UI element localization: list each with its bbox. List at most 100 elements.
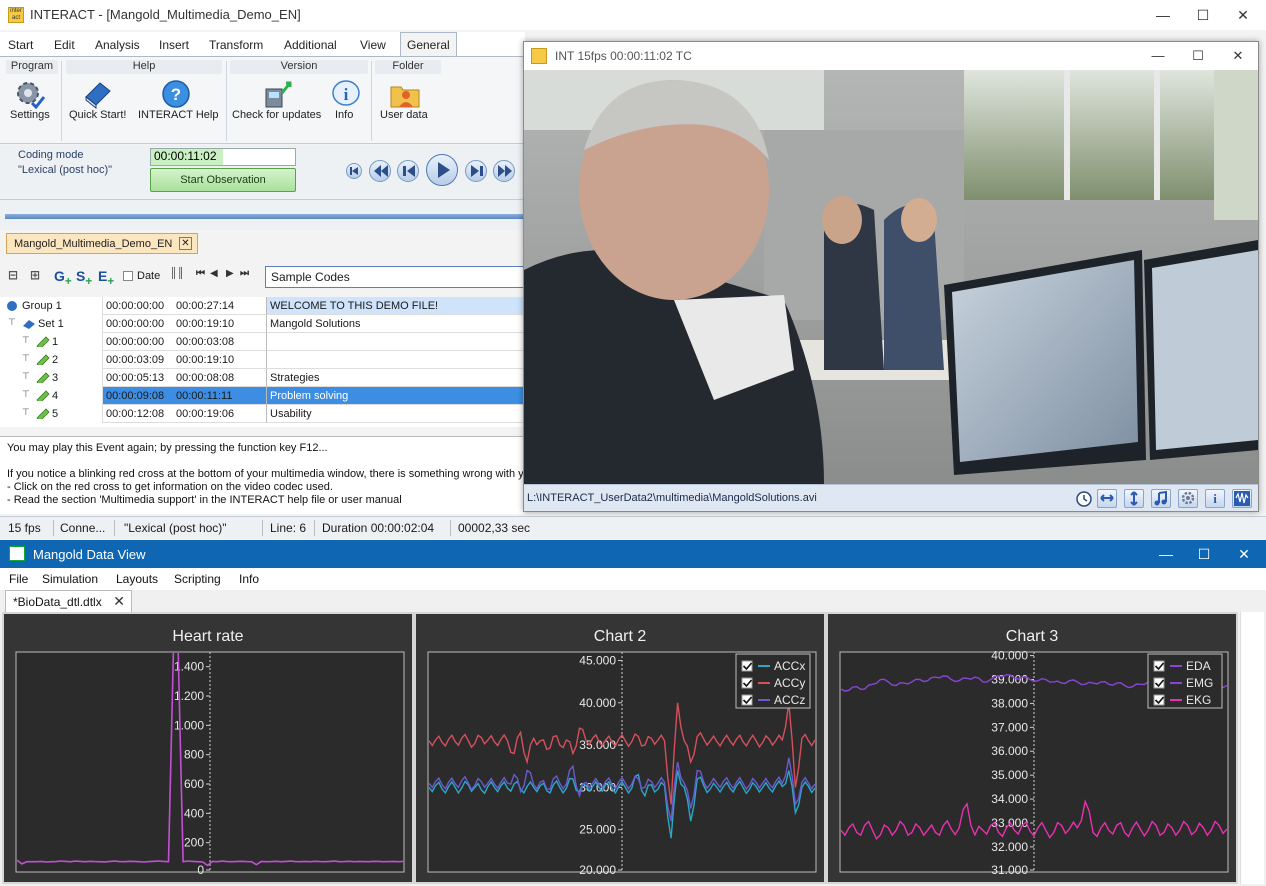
heart-rate-chart[interactable]: 1.4001.2001.0008006004002000 — [4, 614, 412, 882]
video-close-button[interactable]: ✕ — [1218, 46, 1258, 66]
add-set-label: S — [76, 268, 86, 284]
help-question-icon[interactable]: ? — [160, 79, 192, 109]
menu-general[interactable]: General — [400, 32, 457, 56]
tree-row-code[interactable]: Strategies — [266, 369, 525, 387]
user-data-folder-icon[interactable] — [389, 79, 421, 109]
code-column-header[interactable]: Sample Codes — [265, 266, 525, 288]
y-tick-label: 200 — [184, 836, 204, 850]
go-to-start-button[interactable] — [346, 163, 362, 179]
settings-button[interactable]: Settings — [10, 109, 50, 121]
tree-row[interactable]: ⊤ Set 1 00:00:00:00 00:00:19:10 Mangold Solu… — [0, 315, 525, 333]
check-updates-button[interactable]: Check for updates — [232, 109, 321, 121]
event-pencil-icon — [36, 336, 50, 347]
last-record-icon[interactable]: ⏭ — [240, 268, 249, 279]
tree-row[interactable]: ⊤ 3 00:00:05:13 00:00:08:08 Strategies — [0, 369, 525, 387]
clock-icon[interactable] — [1076, 491, 1092, 507]
collapse-all-icon[interactable]: ⊟ — [8, 268, 18, 282]
rewind-button[interactable] — [369, 160, 391, 182]
check-updates-icon[interactable] — [262, 79, 294, 109]
tree-row[interactable]: Group 1 00:00:00:00 00:00:27:14 WELCOME TO … — [0, 297, 525, 315]
video-info-icon[interactable]: i — [1205, 489, 1225, 508]
menu-edit[interactable]: Edit — [54, 38, 75, 52]
quick-start-book-icon[interactable] — [82, 79, 114, 109]
menu-analysis[interactable]: Analysis — [95, 38, 140, 52]
add-event-label: E — [98, 268, 108, 284]
timeline-progress[interactable] — [5, 214, 525, 219]
step-back-icon — [403, 165, 415, 177]
menu-insert[interactable]: Insert — [159, 38, 189, 52]
first-record-icon[interactable]: ⏮ — [196, 268, 205, 279]
info-button[interactable]: Info — [335, 109, 353, 121]
coding-mode-value: "Lexical (post hoc)" — [18, 164, 113, 176]
document-tab[interactable]: Mangold_Multimedia_Demo_EN ✕ — [6, 233, 198, 254]
fast-forward-button[interactable] — [493, 160, 515, 182]
tree-row[interactable]: ⊤ 4 00:00:09:08 00:00:11:11 Problem solving — [0, 387, 525, 405]
tree-branch-icon: ⊤ — [22, 389, 30, 399]
interact-help-button[interactable]: INTERACT Help — [138, 109, 218, 121]
add-set-icon[interactable]: S+ — [76, 268, 92, 288]
tree-row-code[interactable]: Problem solving — [266, 387, 525, 405]
dv-menu-info[interactable]: Info — [239, 572, 259, 586]
quick-start-button[interactable]: Quick Start! — [69, 109, 126, 121]
video-settings-gear-icon[interactable] — [1178, 489, 1198, 508]
data-file-tab[interactable]: *BioData_dtl.dtlx ✕ — [5, 590, 132, 612]
interact-menubar: Start Edit Analysis Insert Transform Add… — [0, 32, 525, 56]
dv-menu-layouts[interactable]: Layouts — [116, 572, 158, 586]
tree-row[interactable]: ⊤ 2 00:00:03:09 00:00:19:10 — [0, 351, 525, 369]
timecode-display[interactable]: 00:00:11:02 — [150, 148, 296, 166]
menu-additional[interactable]: Additional — [284, 38, 337, 52]
add-group-icon[interactable]: G+ — [54, 268, 72, 288]
tree-row-code[interactable]: Mangold Solutions — [266, 315, 525, 333]
y-tick-label: 40.000 — [991, 649, 1028, 663]
dv-close-button[interactable]: ✕ — [1224, 544, 1264, 564]
menu-transform[interactable]: Transform — [209, 38, 263, 52]
expand-all-icon[interactable]: ⊞ — [30, 268, 40, 282]
video-maximize-button[interactable]: ☐ — [1178, 46, 1218, 66]
close-tab-icon[interactable]: ✕ — [179, 237, 192, 250]
dv-minimize-button[interactable]: — — [1146, 544, 1186, 564]
fast-forward-icon — [498, 165, 512, 177]
y-tick-label: 38.000 — [991, 696, 1028, 710]
user-data-button[interactable]: User data — [380, 109, 428, 121]
tree-row[interactable]: ⊤ 5 00:00:12:08 00:00:19:06 Usability — [0, 405, 525, 423]
close-data-tab-icon[interactable]: ✕ — [113, 593, 125, 610]
menu-view[interactable]: View — [360, 38, 386, 52]
tree-row-code[interactable]: WELCOME TO THIS DEMO FILE! — [266, 297, 525, 315]
waveform-icon[interactable] — [1232, 489, 1252, 508]
start-observation-button[interactable]: Start Observation — [150, 168, 296, 192]
dv-menu-file[interactable]: File — [9, 572, 28, 586]
add-event-icon[interactable]: E+ — [98, 268, 114, 288]
ribbon-separator — [371, 61, 372, 141]
dv-menu-scripting[interactable]: Scripting — [174, 572, 221, 586]
settings-gear-icon[interactable] — [14, 79, 46, 109]
tree-row-code[interactable]: Usability — [266, 405, 525, 423]
info-icon[interactable]: i — [330, 79, 362, 109]
tree-row-code[interactable] — [266, 351, 525, 369]
tree-row[interactable]: ⊤ 1 00:00:00:00 00:00:03:08 — [0, 333, 525, 351]
data-view-scrollbar[interactable] — [1240, 612, 1264, 884]
prev-record-icon[interactable]: ◀ — [210, 268, 218, 279]
dv-menu-simulation[interactable]: Simulation — [42, 572, 98, 586]
horizontal-resize-icon[interactable] — [1097, 489, 1117, 508]
step-back-button[interactable] — [397, 160, 419, 182]
step-forward-button[interactable] — [465, 160, 487, 182]
legend-label: ACCy — [774, 676, 805, 690]
play-button[interactable] — [426, 154, 458, 186]
tree-row-code[interactable] — [266, 333, 525, 351]
video-frame[interactable] — [524, 70, 1258, 484]
dv-maximize-button[interactable]: ☐ — [1184, 544, 1224, 564]
play-icon — [438, 162, 450, 178]
audio-note-icon[interactable] — [1151, 489, 1171, 508]
y-tick-label: 25.000 — [579, 823, 616, 837]
chart-2[interactable]: 45.00040.00035.00030.00025.00020.000ACCx… — [416, 614, 824, 882]
vertical-resize-icon[interactable] — [1124, 489, 1144, 508]
next-record-icon[interactable]: ▶ — [226, 268, 234, 279]
close-button[interactable]: ✕ — [1220, 4, 1266, 26]
video-minimize-button[interactable]: — — [1138, 46, 1178, 66]
timeline-icon[interactable]: ║║ — [170, 268, 184, 279]
menu-start[interactable]: Start — [8, 38, 33, 52]
chart-legend: ACCx ACCy ACCz — [735, 653, 811, 709]
date-checkbox[interactable] — [123, 271, 133, 281]
chart-3[interactable]: 40.00039.00038.00037.00036.00035.00034.0… — [828, 614, 1236, 882]
video-file-path: L:\INTERACT_UserData2\multimedia\Mangold… — [527, 492, 817, 504]
